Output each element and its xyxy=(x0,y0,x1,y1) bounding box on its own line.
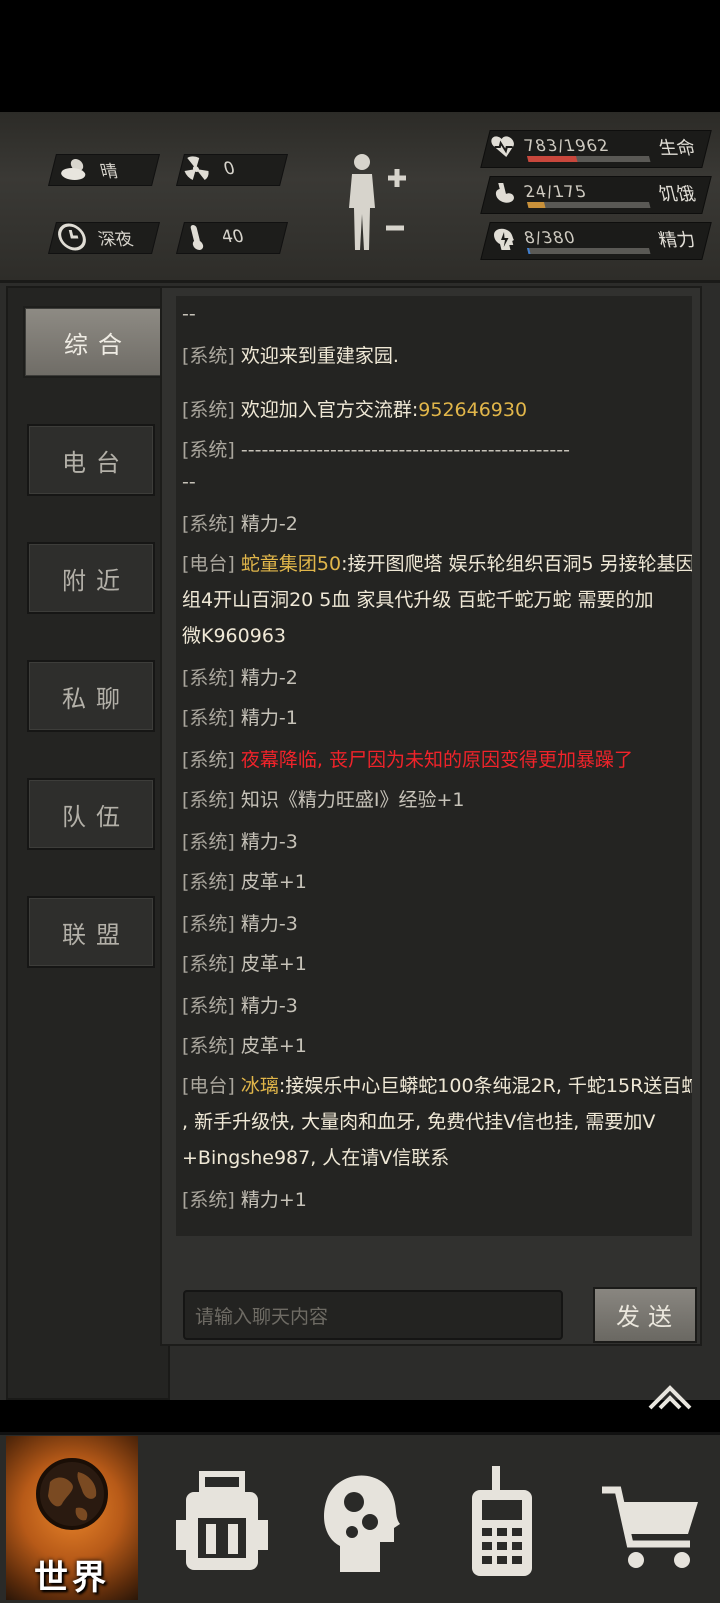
heart-pulse-icon xyxy=(491,136,514,157)
chevron-up-icon[interactable] xyxy=(646,1378,694,1414)
chat-line: [系统] 精力-3 xyxy=(182,995,298,1017)
cart-icon[interactable] xyxy=(596,1460,706,1580)
health-fill xyxy=(526,156,578,162)
chat-line: -- xyxy=(182,471,196,493)
chat-line: [系统] 精力-3 xyxy=(182,913,298,935)
chat-line: [系统] -----------------------------------… xyxy=(182,439,570,461)
chat-line: [系统] 皮革+1 xyxy=(182,871,307,893)
radio-icon[interactable] xyxy=(452,1460,552,1580)
hunger-label: 饥饿 xyxy=(656,184,698,205)
temperature-value: 40 xyxy=(219,227,247,247)
energy-fill xyxy=(526,248,531,254)
hunger-value: 24/175 xyxy=(522,182,590,201)
stomach-icon xyxy=(495,183,514,203)
energy-label: 精力 xyxy=(656,230,698,251)
chat-line: [系统] 欢迎加入官方交流群:952646930 xyxy=(182,399,528,421)
health-value: 783/1962 xyxy=(522,136,612,155)
chat-input[interactable]: 请输入聊天内容 xyxy=(183,1290,563,1340)
nav-world-label: 世界 xyxy=(34,1558,110,1598)
body-status-icon[interactable] xyxy=(342,150,414,258)
chat-line: , 新手升级快, 大量肉和血牙, 免费代挂V信也挂, 需要加V xyxy=(182,1111,656,1133)
clock-icon xyxy=(58,223,86,251)
energy-value: 8/380 xyxy=(522,228,578,247)
chat-line: [系统] 精力-3 xyxy=(182,831,298,853)
health-label: 生命 xyxy=(656,138,698,159)
chat-line: 微K960963 xyxy=(182,625,286,647)
radiation-icon xyxy=(184,156,209,180)
tab-team[interactable]: 队伍 xyxy=(27,778,155,850)
tab-radio[interactable]: 电台 xyxy=(27,424,155,496)
globe-icon xyxy=(36,1458,108,1530)
chat-line: -- xyxy=(182,303,196,325)
hunger-fill xyxy=(526,202,546,208)
chat-line: [系统] 知识《精力旺盛Ⅰ》经验+1 xyxy=(182,789,465,811)
chat-line: [系统] 精力-1 xyxy=(182,707,298,729)
chat-line: [电台] 冰璃:接娱乐中心巨蟒蛇100条纯混2R, 千蛇15R送百蛇 xyxy=(182,1075,692,1097)
chat-line: [系统] 精力-2 xyxy=(182,513,298,535)
tab-general[interactable]: 综合 xyxy=(23,306,163,378)
head-bolt-icon xyxy=(494,228,514,250)
head-gears-icon[interactable] xyxy=(310,1460,410,1580)
tab-private[interactable]: 私聊 xyxy=(27,660,155,732)
chat-line: [系统] 夜幕降临, 丧尸因为未知的原因变得更加暴躁了 xyxy=(182,749,633,771)
chat-line: [系统] 欢迎来到重建家园. xyxy=(182,345,399,367)
tab-nearby[interactable]: 附近 xyxy=(27,542,155,614)
sender-name: 冰璃 xyxy=(240,1075,279,1097)
nav-world[interactable]: 世界 xyxy=(6,1436,138,1600)
chat-log[interactable]: -- [系统] 欢迎来到重建家园. [系统] 欢迎加入官方交流群:9526469… xyxy=(176,296,692,1236)
chat-line: 组4开山百洞20 5血 家具代升级 百蛇千蛇万蛇 需要的加 xyxy=(182,589,654,611)
send-button[interactable]: 发送 xyxy=(593,1287,697,1343)
chat-line: [电台] 蛇童集团50:接开图爬塔 娱乐轮组织百洞5 另接轮基因 xyxy=(182,553,692,575)
backpack-icon[interactable] xyxy=(172,1460,272,1580)
chat-line: [系统] 皮革+1 xyxy=(182,1035,307,1057)
time-label: 深夜 xyxy=(96,229,136,250)
chat-line: [系统] 精力+1 xyxy=(182,1189,307,1211)
chat-line: [系统] 皮革+1 xyxy=(182,953,307,975)
tab-alliance[interactable]: 联盟 xyxy=(27,896,155,968)
group-number: 952646930 xyxy=(418,399,528,421)
chat-line: [系统] 精力-2 xyxy=(182,667,298,689)
chat-line: +Bingshe987, 人在请V信联系 xyxy=(182,1147,450,1169)
sender-name: 蛇童集团50 xyxy=(240,553,342,575)
cloud-sun-icon xyxy=(61,159,86,180)
